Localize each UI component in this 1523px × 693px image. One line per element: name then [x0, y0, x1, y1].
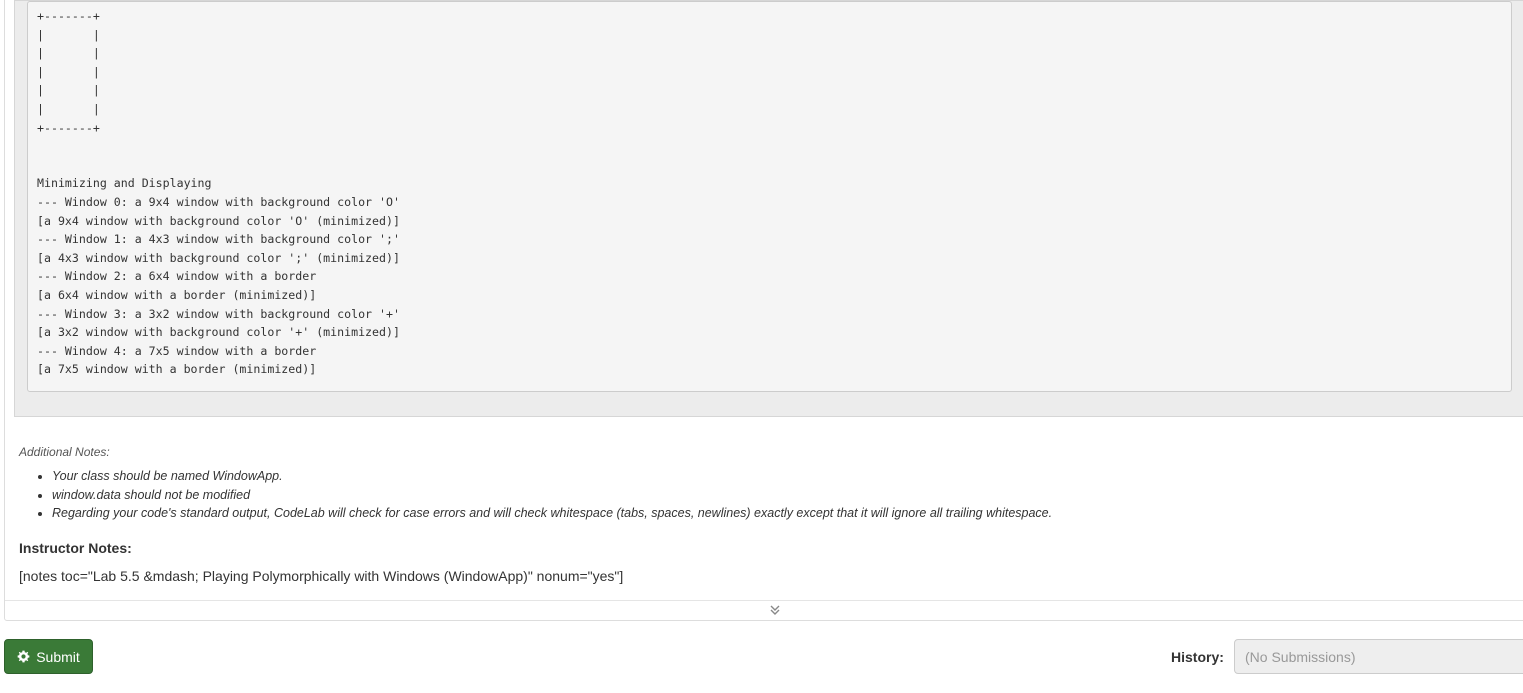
- history-selected-value: (No Submissions): [1245, 648, 1356, 665]
- history-select[interactable]: (No Submissions): [1234, 639, 1523, 674]
- double-chevron-down-icon[interactable]: [767, 602, 783, 618]
- submit-button[interactable]: Submit: [4, 639, 93, 674]
- output-line: +-------+: [37, 120, 100, 135]
- output-line: [a 6x4 window with a border (minimized)]: [37, 288, 317, 302]
- output-line: +-------+: [37, 9, 100, 24]
- expand-panel-bar[interactable]: [5, 600, 1523, 620]
- output-line: | |: [37, 64, 100, 79]
- submit-button-label: Submit: [36, 648, 80, 665]
- output-line: [a 4x3 window with background color ';' …: [37, 250, 400, 265]
- output-line: [a 9x4 window with background color 'O' …: [37, 213, 400, 228]
- output-line: [a 3x2 window with background color '+' …: [37, 325, 400, 340]
- output-line: | |: [37, 46, 100, 61]
- instructor-notes-text: [notes toc="Lab 5.5 &mdash; Playing Poly…: [19, 568, 624, 584]
- list-item: Regarding your code's standard output, C…: [52, 504, 1052, 523]
- output-line: --- Window 1: a 4x3 window with backgrou…: [37, 232, 400, 247]
- output-line: --- Window 3: a 3x2 window with backgrou…: [37, 306, 400, 321]
- expected-output-text: --- Window 4: a 7x5 window with a border…: [37, 2, 400, 379]
- output-line: --- Window 2: a 6x4 window with a border: [37, 269, 317, 284]
- expected-output-container: --- Window 4: a 7x5 window with a border…: [14, 0, 1523, 417]
- output-line: --- Window 4: a 7x5 window with a border: [37, 343, 317, 358]
- output-line: --- Window 0: a 9x4 window with backgrou…: [37, 195, 400, 210]
- list-item: Your class should be named WindowApp.: [52, 467, 1052, 486]
- instructor-notes-heading: Instructor Notes:: [19, 540, 132, 556]
- output-line: --- Window 4: a 7x5 window with a border: [37, 2, 316, 5]
- history-label: History:: [1171, 649, 1224, 665]
- output-line: Minimizing and Displaying: [37, 176, 212, 191]
- output-line: | |: [37, 102, 100, 117]
- list-item: window.data should not be modified: [52, 486, 1052, 505]
- output-line: [a 7x5 window with a border (minimized)]: [37, 362, 317, 377]
- expected-output-box: --- Window 4: a 7x5 window with a border…: [27, 1, 1512, 392]
- gear-icon: [17, 650, 30, 663]
- additional-notes-label: Additional Notes:: [19, 445, 110, 459]
- additional-notes-list: Your class should be named WindowApp. wi…: [19, 467, 1052, 523]
- output-line: | |: [37, 83, 100, 98]
- output-line: | |: [37, 27, 100, 42]
